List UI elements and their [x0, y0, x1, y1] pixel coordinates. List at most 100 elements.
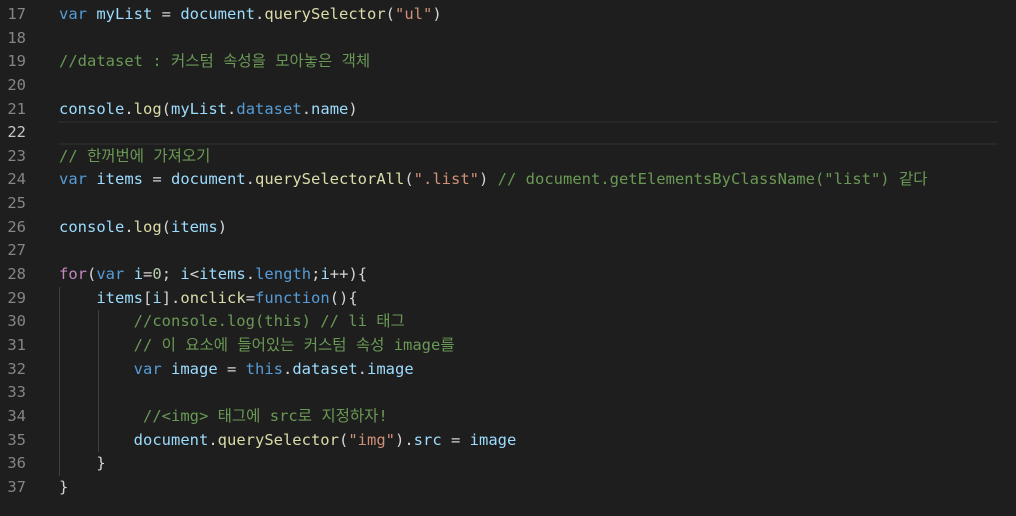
code-token: document: [180, 5, 255, 23]
code-token: console: [59, 217, 125, 236]
code-token: .: [208, 430, 218, 449]
code-line[interactable]: 36 }: [0, 452, 1016, 476]
code-line[interactable]: 22: [0, 121, 1016, 145]
code-token: items: [199, 265, 246, 284]
code-line[interactable]: 29 items[i].onclick=function(){: [0, 286, 1016, 311]
code-token: "ul": [395, 5, 433, 23]
code-text: console.log(items): [59, 216, 227, 240]
code-token: <: [189, 265, 200, 284]
code-token: .: [301, 99, 312, 118]
code-token: var: [96, 265, 125, 284]
code-token: =: [217, 359, 246, 378]
line-number: 27: [7, 241, 26, 260]
line-number: 36: [7, 454, 26, 473]
code-token: (: [87, 265, 97, 284]
code-token: ++){: [329, 265, 368, 284]
code-editor[interactable]: 17 var myList = document.querySelector("u…: [0, 3, 1016, 516]
code-token: image: [171, 359, 218, 378]
code-line[interactable]: 34 //<img> 태그에 src로 지정하자!: [0, 404, 1016, 429]
code-token: .: [357, 359, 368, 378]
code-line[interactable]: 35 document.querySelector("img").src = i…: [0, 428, 1016, 453]
code-line[interactable]: 19 //dataset : 커스텀 속성을 모아놓은 객체: [0, 50, 1016, 74]
code-line[interactable]: 25: [0, 192, 1016, 216]
code-token: length: [255, 265, 312, 284]
code-token: }: [59, 477, 69, 496]
code-token: =: [441, 430, 470, 449]
indent-guide: [98, 381, 99, 405]
code-line[interactable]: 33: [0, 381, 1016, 405]
code-token: // 이 요소에 들어있는 커스텀 속성 image를: [133, 335, 455, 354]
line-number: 37: [7, 477, 26, 496]
code-token: log: [133, 217, 162, 236]
code-token: ): [217, 217, 228, 236]
code-token: ): [479, 170, 498, 189]
code-token: .: [245, 265, 256, 284]
line-number: 17: [7, 5, 26, 23]
code-token: (){: [329, 288, 358, 307]
code-token: .: [283, 359, 293, 378]
code-token: querySelectorAll: [255, 170, 405, 189]
code-token: var: [133, 359, 162, 378]
code-token: ): [348, 99, 358, 118]
code-line[interactable]: 28 for(var i=0; i<items.length;i++){: [0, 263, 1016, 287]
code-text: console.log(myList.dataset.name): [59, 98, 358, 122]
code-line[interactable]: 37}: [0, 476, 1016, 500]
code-text: }: [59, 452, 105, 476]
code-token: 0: [152, 265, 162, 284]
code-token: querySelector: [217, 430, 339, 449]
code-line[interactable]: 17 var myList = document.querySelector("u…: [0, 3, 1016, 27]
line-number: 28: [7, 265, 26, 284]
code-token: =: [143, 170, 172, 189]
indent-guide: [59, 381, 60, 405]
code-token: ).: [395, 430, 414, 449]
code-token: name: [311, 99, 349, 118]
code-line[interactable]: 18: [0, 27, 1016, 51]
code-text: items[i].onclick=function(){: [59, 287, 358, 311]
code-token: .: [245, 170, 256, 189]
line-number: 20: [7, 75, 26, 94]
code-text: //<img> 태그에 src로 지정하자!: [59, 405, 388, 429]
code-line[interactable]: 23 // 한꺼번에 가져오기: [0, 145, 1016, 169]
code-line[interactable]: 21 console.log(myList.dataset.name): [0, 98, 1016, 122]
code-line[interactable]: 30 //console.log(this) // li 태그: [0, 310, 1016, 334]
line-number: 24: [7, 170, 26, 189]
code-token: .: [227, 99, 237, 118]
code-line[interactable]: 26 console.log(items): [0, 216, 1016, 240]
code-line[interactable]: 31 // 이 요소에 들어있는 커스텀 속성 image를: [0, 333, 1016, 358]
code-text: var image = this.dataset.image: [59, 358, 414, 382]
code-token: console: [59, 99, 125, 118]
code-token: //console.log(this) // li 태그: [133, 312, 405, 331]
code-token: image: [367, 359, 414, 378]
code-token: myList: [96, 5, 153, 23]
code-token: i: [180, 265, 190, 284]
line-number: 32: [7, 359, 26, 378]
code-line[interactable]: 20: [0, 74, 1016, 98]
code-token: "img": [348, 430, 395, 449]
code-token: src: [413, 430, 442, 449]
code-text: var items = document.querySelectorAll(".…: [59, 168, 927, 192]
code-token: ): [432, 5, 442, 23]
line-number: 23: [7, 146, 26, 165]
code-token: ".list": [413, 170, 479, 189]
code-token: .: [124, 217, 134, 236]
code-line[interactable]: 32 var image = this.dataset.image: [0, 357, 1016, 382]
code-text: document.querySelector("img").src = imag…: [59, 429, 517, 453]
code-text: var myList = document.querySelector("ul"…: [59, 3, 442, 27]
code-token: dataset: [292, 359, 358, 378]
code-line[interactable]: 24 var items = document.querySelectorAll(…: [0, 168, 1016, 192]
code-line[interactable]: 27: [0, 239, 1016, 263]
code-token: .: [124, 99, 134, 118]
line-number: 25: [7, 194, 26, 213]
code-text: // 이 요소에 들어있는 커스텀 속성 image를: [59, 334, 455, 358]
code-token: ].: [161, 288, 181, 307]
code-token: i: [133, 265, 144, 284]
code-token: .: [255, 5, 265, 23]
code-token: ;: [161, 265, 181, 284]
code-token: i: [152, 288, 162, 307]
code-token: dataset: [236, 99, 302, 118]
code-token: =: [152, 5, 181, 23]
